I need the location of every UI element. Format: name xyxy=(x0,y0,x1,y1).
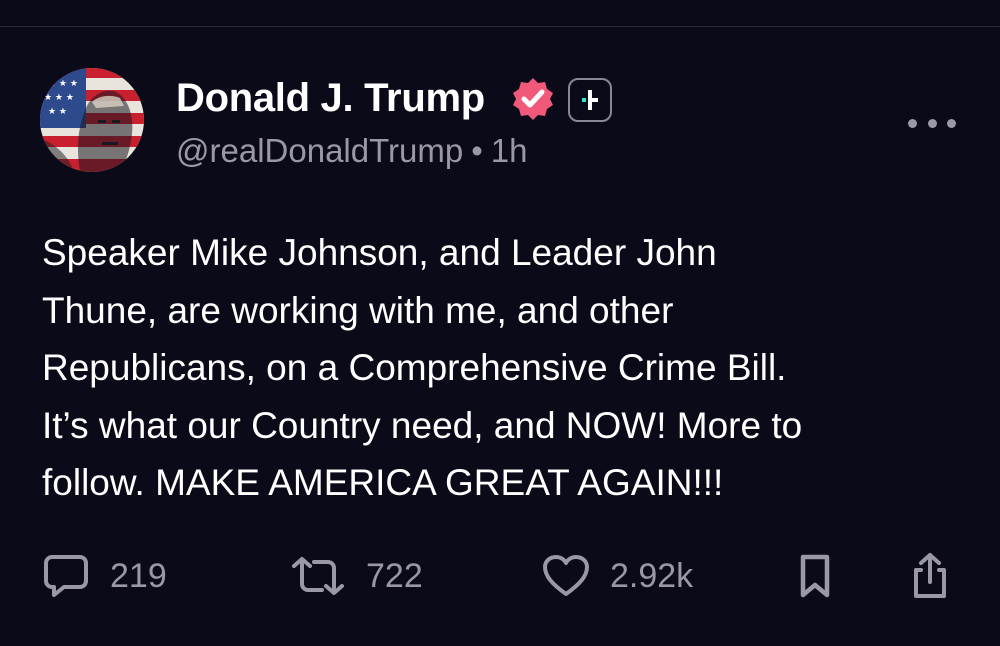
post-text-line: Thune, are working with me, and other xyxy=(42,289,674,331)
post: ★ ★ ★ ★ ★ ★ ★ ★ Donald J. Trump @realDon… xyxy=(0,0,1000,646)
svg-text:★ ★: ★ ★ xyxy=(48,107,67,117)
more-dot-icon xyxy=(947,118,956,128)
more-dot-icon xyxy=(908,118,917,128)
like-count: 2.92k xyxy=(610,556,694,595)
post-text-line: Speaker Mike Johnson, and Leader John xyxy=(42,232,717,273)
svg-text:★ ★ ★: ★ ★ ★ xyxy=(48,79,78,89)
repost-button[interactable]: 722 xyxy=(290,552,423,600)
share-icon xyxy=(914,553,946,598)
share-button[interactable] xyxy=(908,552,952,600)
reply-button[interactable]: 219 xyxy=(42,552,167,600)
author-name[interactable]: Donald J. Trump xyxy=(176,76,485,121)
flag-portrait-avatar-icon: ★ ★ ★ ★ ★ ★ ★ ★ xyxy=(40,68,144,172)
bookmark-icon xyxy=(800,554,830,598)
reply-count: 219 xyxy=(110,556,167,595)
post-text: Speaker Mike Johnson, and Leader John Th… xyxy=(42,224,962,512)
verified-badge-icon xyxy=(510,76,556,122)
plus-badge-icon xyxy=(568,78,612,122)
svg-text:★ ★ ★: ★ ★ ★ xyxy=(44,93,74,103)
post-text-line: Republicans, on a Comprehensive Crime Bi… xyxy=(42,347,787,388)
bookmark-button[interactable] xyxy=(798,552,832,600)
reply-icon xyxy=(44,555,88,597)
avatar[interactable]: ★ ★ ★ ★ ★ ★ ★ ★ xyxy=(40,68,144,172)
post-text-line: follow. MAKE AMERICA GREAT AGAIN!!! xyxy=(42,462,724,503)
author-handle[interactable]: @realDonaldTrump xyxy=(176,132,463,169)
author-meta: @realDonaldTrump • 1h xyxy=(176,132,528,170)
post-text-line: It’s what our Country need, and NOW! Mor… xyxy=(42,404,803,446)
repost-count: 722 xyxy=(366,556,423,595)
more-dot-icon xyxy=(927,118,937,128)
post-time[interactable]: 1h xyxy=(491,132,528,169)
meta-separator: • xyxy=(471,132,483,169)
heart-icon xyxy=(543,555,589,596)
repost-icon xyxy=(292,557,344,595)
like-button[interactable]: 2.92k xyxy=(542,552,693,600)
more-options-button[interactable] xyxy=(908,108,956,138)
